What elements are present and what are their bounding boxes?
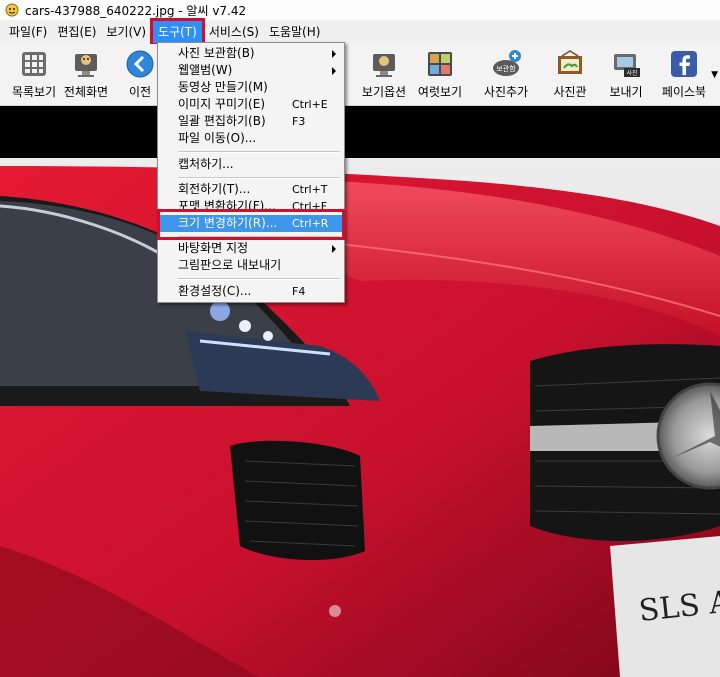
- svg-text:사진: 사진: [626, 69, 637, 77]
- car-photo: SLS AM: [0, 106, 720, 677]
- send-icon: 사진: [614, 54, 640, 77]
- menu-view[interactable]: 보기(V): [101, 21, 151, 43]
- menu-item-capture[interactable]: 캡처하기...: [160, 156, 342, 173]
- menu-item-batch-edit[interactable]: 일괄 편집하기(B) F3: [160, 113, 342, 130]
- send-label: 보내기: [609, 85, 643, 99]
- menu-item-convert-format[interactable]: 포맷 변환하기(F)... Ctrl+F: [160, 198, 342, 215]
- submenu-arrow-icon: [332, 50, 336, 58]
- toolbar-overflow-icon[interactable]: ▼: [711, 70, 718, 80]
- fullscreen-icon: [75, 54, 97, 77]
- menu-separator: [178, 151, 340, 153]
- menu-edit[interactable]: 편집(E): [52, 21, 101, 43]
- multi-view-icon: [428, 52, 452, 76]
- menu-item-decorate-image[interactable]: 이미지 꾸미기(E) Ctrl+E: [160, 96, 342, 113]
- menu-item-web-album[interactable]: 웹앨범(W): [160, 62, 342, 79]
- photo-viewer[interactable]: SLS AM: [0, 106, 720, 677]
- menu-help[interactable]: 도움말(H): [264, 21, 326, 43]
- list-view-label: 목록보기: [11, 85, 57, 99]
- menu-separator: [178, 236, 340, 238]
- submenu-arrow-icon: [332, 67, 336, 75]
- menu-item-set-wallpaper[interactable]: 바탕화면 지정: [160, 240, 342, 257]
- menu-item-preferences[interactable]: 환경설정(C)... F4: [160, 283, 342, 300]
- previous-label: 이전: [128, 85, 152, 99]
- multi-view-button[interactable]: 여럿보기: [406, 48, 474, 100]
- photo-studio-icon: [558, 50, 582, 74]
- toolbar: 목록보기 전체화면 이전 보기옵션 여럿보기 보관함 사진추가 사진관 사진 보…: [0, 44, 720, 106]
- window-title: cars-437988_640222.jpg - 알씨 v7.42: [25, 3, 247, 18]
- photo-studio-label: 사진관: [553, 85, 587, 99]
- menu-services[interactable]: 서비스(S): [204, 21, 264, 43]
- add-photo-button[interactable]: 보관함 사진추가: [472, 48, 540, 100]
- title-bar: cars-437988_640222.jpg - 알씨 v7.42: [0, 0, 720, 20]
- submenu-arrow-icon: [332, 245, 336, 253]
- facebook-label: 페이스북: [661, 85, 707, 99]
- facebook-icon: [671, 51, 697, 77]
- previous-icon: [126, 50, 154, 78]
- menu-bar: 파일(F) 편집(E) 보기(V) 도구(T) 서비스(S) 도움말(H): [0, 18, 720, 46]
- menu-file[interactable]: 파일(F): [4, 21, 52, 43]
- tools-dropdown-menu: 사진 보관함(B) 웹앨범(W) 동영상 만들기(M) 이미지 꾸미기(E) C…: [157, 42, 345, 303]
- multi-view-label: 여럿보기: [417, 85, 463, 99]
- facebook-button[interactable]: 페이스북: [650, 48, 718, 100]
- menu-item-rotate[interactable]: 회전하기(T)... Ctrl+T: [160, 181, 342, 198]
- view-options-icon: [373, 54, 395, 77]
- add-photo-label: 사진추가: [483, 85, 529, 99]
- menu-separator: [178, 278, 340, 280]
- menu-item-move-file[interactable]: 파일 이동(O)...: [160, 130, 342, 147]
- menu-tools[interactable]: 도구(T): [150, 18, 205, 46]
- menu-separator: [178, 177, 340, 179]
- menu-item-resize[interactable]: 크기 변경하기(R)... Ctrl+R: [160, 215, 342, 232]
- fullscreen-label: 전체화면: [63, 85, 109, 99]
- svg-text:보관함: 보관함: [496, 64, 516, 73]
- app-icon: [5, 3, 19, 17]
- add-photo-icon: 보관함: [493, 50, 521, 76]
- menu-item-export-to-paint[interactable]: 그림판으로 내보내기: [160, 257, 342, 274]
- list-view-icon: [22, 52, 46, 76]
- view-options-label: 보기옵션: [361, 85, 407, 99]
- menu-item-make-video[interactable]: 동영상 만들기(M): [160, 79, 342, 96]
- menu-item-photo-storage[interactable]: 사진 보관함(B): [160, 45, 342, 62]
